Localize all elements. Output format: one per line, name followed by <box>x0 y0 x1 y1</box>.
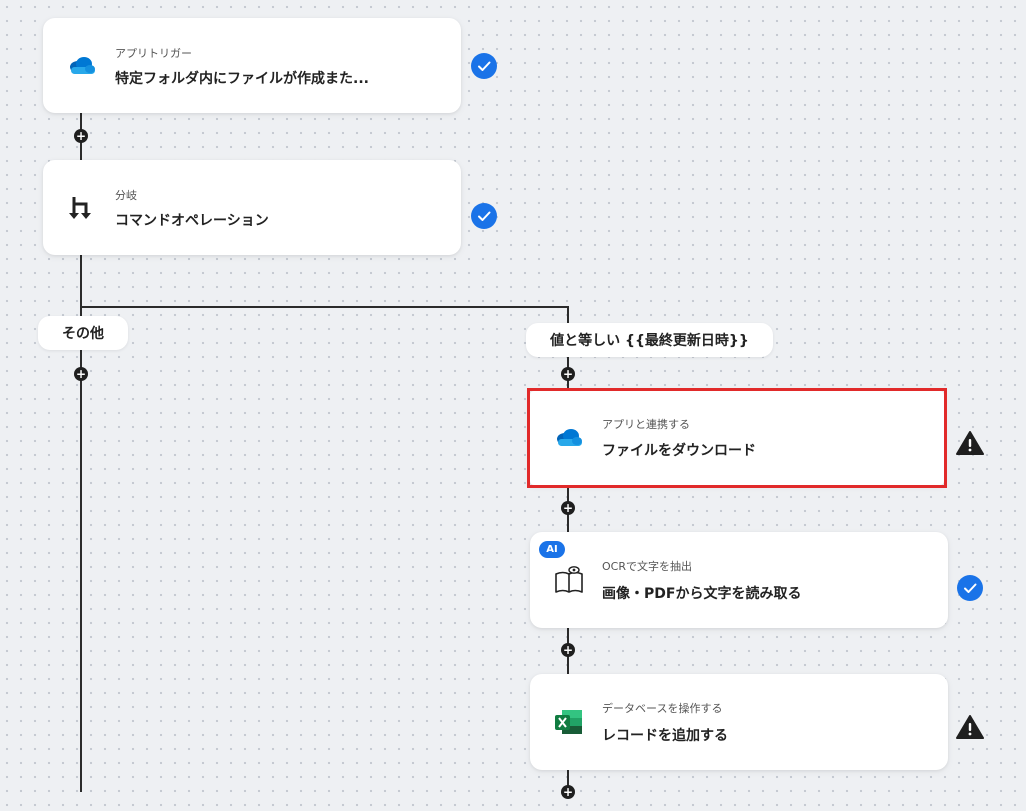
check-icon <box>957 575 983 601</box>
step-title: 特定フォルダ内にファイルが作成また... <box>115 71 369 87</box>
add-step-button[interactable]: + <box>74 129 88 143</box>
branch-icon <box>65 191 99 225</box>
flow-step-add-record[interactable]: データベースを操作する レコードを追加する <box>530 674 948 770</box>
step-title: レコードを追加する <box>602 728 728 744</box>
onedrive-icon <box>552 421 586 455</box>
step-title: ファイルをダウンロード <box>602 443 756 459</box>
warning-icon <box>956 430 984 456</box>
branch-label-condition[interactable]: 値と等しい {{最終更新日時}} <box>526 323 773 357</box>
ai-badge: AI <box>539 541 565 558</box>
add-step-button[interactable]: + <box>561 643 575 657</box>
warning-icon <box>956 714 984 740</box>
step-subtitle: アプリトリガー <box>115 47 192 60</box>
step-title: 画像・PDFから文字を読み取る <box>602 586 802 602</box>
branch-label-other[interactable]: その他 <box>38 316 128 350</box>
ocr-book-icon <box>552 563 586 597</box>
step-title: コマンドオペレーション <box>115 213 269 229</box>
add-step-button[interactable]: + <box>561 367 575 381</box>
excel-icon <box>552 705 586 739</box>
check-icon <box>471 53 497 79</box>
step-subtitle: アプリと連携する <box>602 418 690 431</box>
add-step-button[interactable]: + <box>561 501 575 515</box>
step-subtitle: OCRで文字を抽出 <box>602 560 692 573</box>
branch-connector-line <box>80 306 569 308</box>
step-subtitle: データベースを操作する <box>602 702 723 715</box>
flow-step-branch[interactable]: 分岐 コマンドオペレーション <box>43 160 461 255</box>
onedrive-icon <box>65 49 99 83</box>
check-icon <box>471 203 497 229</box>
add-step-button[interactable]: + <box>74 367 88 381</box>
step-subtitle: 分岐 <box>115 189 137 202</box>
flow-step-ocr[interactable]: AI OCRで文字を抽出 画像・PDFから文字を読み取る <box>530 532 948 628</box>
flow-step-download-file[interactable]: アプリと連携する ファイルをダウンロード <box>530 391 944 485</box>
flow-step-app-trigger[interactable]: アプリトリガー 特定フォルダ内にファイルが作成また... <box>43 18 461 113</box>
add-step-button[interactable]: + <box>561 785 575 799</box>
